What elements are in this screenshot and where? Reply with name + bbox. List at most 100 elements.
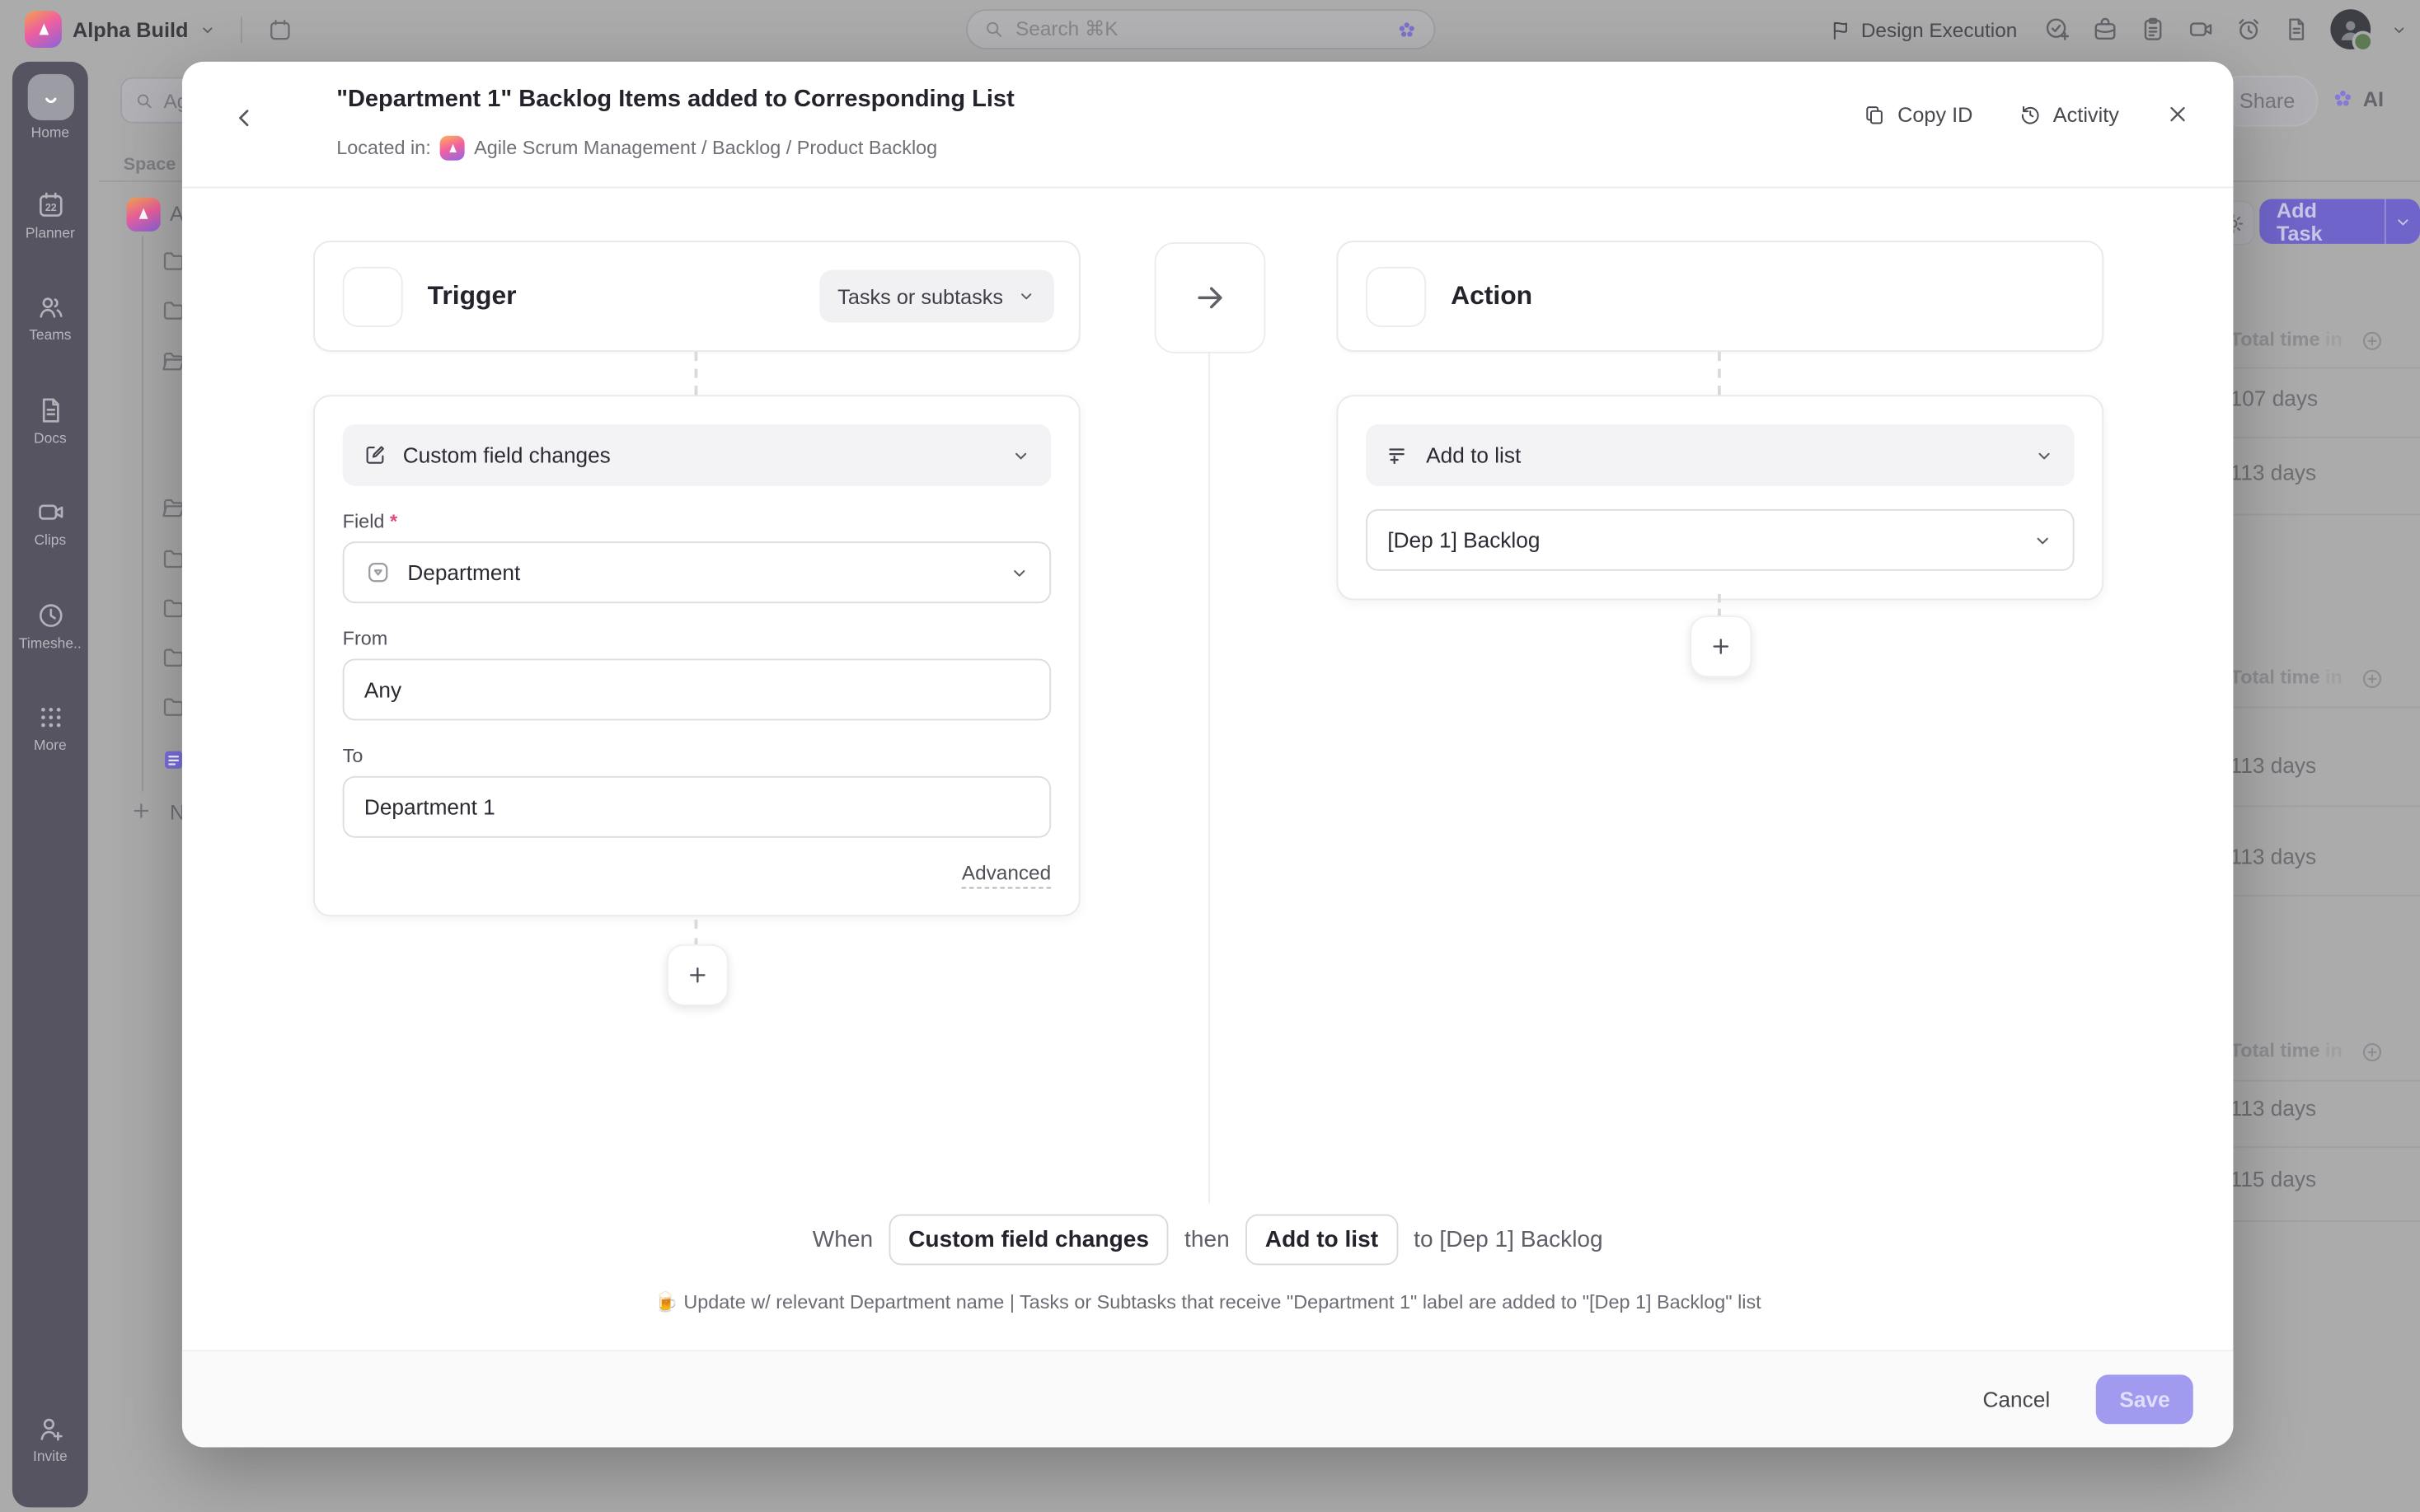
- spaces-section-label: Space: [124, 156, 176, 174]
- space-avatar-small: [440, 136, 465, 161]
- trigger-scope-dropdown[interactable]: Tasks or subtasks: [819, 270, 1054, 323]
- record-clip-icon[interactable]: [2187, 16, 2215, 44]
- flag-icon: [1829, 18, 1852, 41]
- chevron-down-icon: [1010, 563, 1029, 583]
- user-status[interactable]: Design Execution: [1829, 18, 2018, 41]
- trigger-summary-chip[interactable]: Custom field changes: [889, 1215, 1170, 1266]
- save-button[interactable]: Save: [2096, 1374, 2193, 1424]
- trigger-heading: Trigger: [428, 281, 517, 311]
- workspace-logo-icon: [25, 11, 62, 48]
- status-text: Design Execution: [1861, 18, 2017, 41]
- sidebar-label: Invite: [12, 1449, 88, 1464]
- user-avatar[interactable]: [2330, 9, 2371, 49]
- online-status-dot: [2352, 30, 2374, 52]
- trigger-event-value: Custom field changes: [403, 442, 611, 467]
- from-value: Any: [364, 677, 401, 702]
- add-column-icon[interactable]: [2360, 1040, 2385, 1065]
- action-summary-chip[interactable]: Add to list: [1245, 1215, 1398, 1266]
- chevron-down-icon[interactable]: [2390, 21, 2408, 38]
- notepad-icon[interactable]: [2282, 16, 2310, 44]
- advanced-link[interactable]: Advanced: [962, 861, 1051, 889]
- tree-guide-line: [142, 236, 143, 791]
- from-label: From: [343, 628, 1051, 649]
- document-icon: [35, 395, 65, 425]
- briefcase-icon[interactable]: [2091, 16, 2119, 44]
- space-avatar[interactable]: [127, 198, 161, 232]
- column-header[interactable]: Total time in: [2230, 667, 2343, 688]
- connector-line: [1718, 594, 1721, 617]
- sidebar-label: Docs: [12, 430, 88, 446]
- canvas-center-line: [1208, 350, 1210, 1203]
- add-task-dropdown[interactable]: [2385, 199, 2420, 244]
- when-label: When: [813, 1227, 873, 1253]
- column-header[interactable]: Total time in: [2230, 329, 2343, 350]
- add-column-icon[interactable]: [2360, 667, 2385, 691]
- modal-header-actions: Copy ID Activity: [1864, 102, 2190, 127]
- chevron-down-icon: [1017, 287, 1035, 305]
- located-in-row: Located in: Agile Scrum Management / Bac…: [336, 136, 937, 161]
- sidebar-label: Clips: [12, 532, 88, 548]
- ai-button[interactable]: AI: [2330, 87, 2384, 111]
- edit-field-icon: [363, 442, 387, 467]
- sidebar-item-docs[interactable]: Docs: [12, 395, 88, 446]
- clipboard-icon[interactable]: [2139, 16, 2167, 44]
- ai-flower-icon: [2330, 87, 2355, 111]
- sidebar-item-more[interactable]: More: [12, 702, 88, 753]
- summary-target: to [Dep 1] Backlog: [1414, 1227, 1603, 1253]
- list-select[interactable]: [Dep 1] Backlog: [1366, 509, 2074, 571]
- action-node-card: Action: [1337, 241, 2104, 352]
- copy-id-button[interactable]: Copy ID: [1864, 103, 1973, 126]
- to-input[interactable]: Department 1: [343, 776, 1051, 838]
- sidebar-item-home[interactable]: Home: [12, 74, 88, 141]
- from-input[interactable]: Any: [343, 659, 1051, 721]
- close-button[interactable]: [2165, 102, 2190, 127]
- sidebar-label: Timeshe..: [12, 635, 88, 651]
- action-type-dropdown[interactable]: Add to list: [1366, 424, 2074, 486]
- video-icon: [35, 497, 65, 527]
- field-select[interactable]: Department: [343, 541, 1051, 603]
- calendar-icon[interactable]: [267, 16, 293, 43]
- dropdown-field-icon: [364, 559, 392, 587]
- cancel-button[interactable]: Cancel: [1983, 1387, 2051, 1411]
- plus-icon: [1709, 634, 1733, 659]
- field-value: Department: [407, 560, 520, 585]
- modal-footer: Cancel Save: [182, 1350, 2233, 1447]
- connector-line: [695, 920, 698, 948]
- people-icon: [35, 292, 65, 322]
- table-cell: 115 days: [2230, 1167, 2316, 1191]
- search-input[interactable]: Search ⌘K: [966, 9, 1435, 49]
- reminder-alarm-icon[interactable]: [2235, 16, 2263, 44]
- grid-dots-icon: [35, 702, 65, 733]
- add-action-step-button[interactable]: [1690, 616, 1752, 677]
- add-trigger-step-button[interactable]: [667, 944, 729, 1006]
- copy-id-label: Copy ID: [1897, 103, 1972, 126]
- breadcrumb[interactable]: Agile Scrum Management / Backlog / Produ…: [474, 138, 937, 159]
- column-header[interactable]: Total time in: [2230, 1040, 2343, 1061]
- back-button[interactable]: [232, 105, 258, 131]
- to-value: Department 1: [364, 794, 495, 819]
- then-label: then: [1184, 1227, 1230, 1253]
- add-task-button[interactable]: Add Task: [2259, 199, 2420, 244]
- history-clock-icon: [2019, 103, 2042, 126]
- ai-flower-icon[interactable]: [1395, 18, 1419, 41]
- sidebar-item-clips[interactable]: Clips: [12, 497, 88, 548]
- trigger-event-dropdown[interactable]: Custom field changes: [343, 424, 1051, 486]
- action-config-card: Add to list [Dep 1] Backlog: [1337, 395, 2104, 600]
- sidebar-label: Planner: [12, 225, 88, 241]
- list-value: [Dep 1] Backlog: [1387, 527, 1540, 552]
- trigger-node-card: Trigger Tasks or subtasks: [313, 241, 1081, 352]
- plus-icon[interactable]: [129, 799, 152, 822]
- list-plus-icon: [1386, 442, 1410, 467]
- automation-description: 🍺 Update w/ relevant Department name | T…: [182, 1291, 2233, 1314]
- activity-button[interactable]: Activity: [2019, 103, 2119, 126]
- chevron-down-icon: [199, 21, 217, 38]
- copy-icon: [1864, 103, 1887, 126]
- workspace-switcher[interactable]: Alpha Build: [16, 9, 302, 49]
- sidebar-item-invite[interactable]: Invite: [12, 1413, 88, 1464]
- add-task-label: Add Task: [2259, 199, 2385, 244]
- sidebar-item-planner[interactable]: Planner: [12, 190, 88, 241]
- add-column-icon[interactable]: [2360, 329, 2385, 353]
- sidebar-item-teams[interactable]: Teams: [12, 292, 88, 343]
- sidebar-item-timesheets[interactable]: Timeshe..: [12, 600, 88, 651]
- new-task-icon[interactable]: [2043, 16, 2071, 44]
